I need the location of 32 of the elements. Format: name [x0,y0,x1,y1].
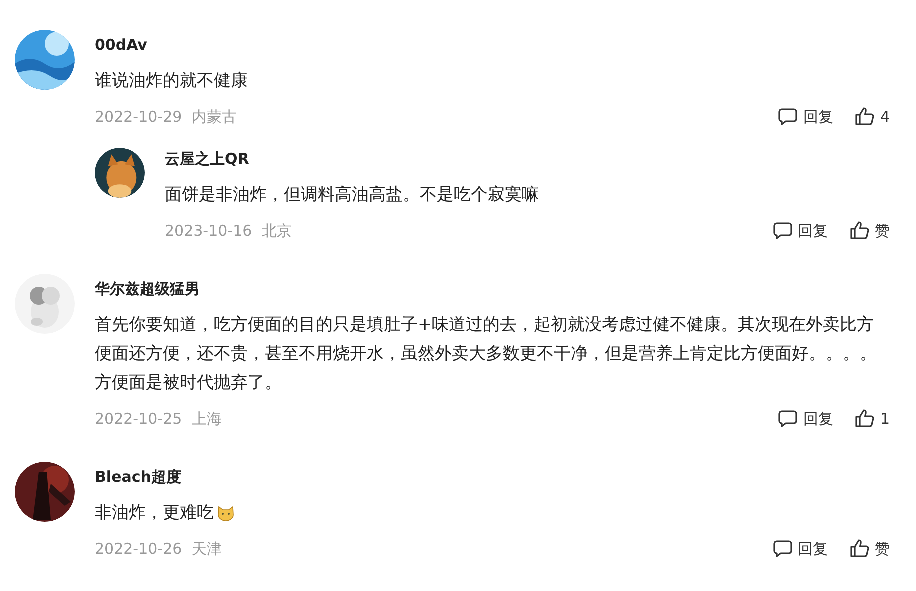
comment-text: 非油炸，更难吃 [95,502,214,524]
comment-date: 2022-10-26 [95,538,182,560]
thumbs-up-icon [855,409,876,428]
comment-location: 上海 [192,408,222,430]
comment-date: 2022-10-29 [95,106,182,128]
like-button[interactable]: 1 [855,408,890,430]
thumbs-up-icon [855,107,876,126]
thumbs-up-icon [850,221,870,240]
comment-icon [773,222,793,240]
thumbs-up-icon [850,539,870,558]
user-name[interactable]: 华尔兹超级猛男 [95,278,200,300]
comment-date: 2023-10-16 [165,220,252,242]
like-button[interactable]: 赞 [850,220,890,242]
comment-text: 首先你要知道，吃方便面的目的只是填肚子+味道过的去，起初就没考虑过健不健康。其次现在外卖比方便面还方便，还不贵，甚至不用烧开水，虽然外卖大多数更不干净，但是营养上肯定比方便面好。。。。方便面是被时代抛弃了。 [95,314,878,394]
comment-location: 天津 [192,538,222,560]
user-name[interactable]: Bleach超度 [95,466,182,488]
comment-date: 2022-10-25 [95,408,182,430]
comment-text: 谁说油炸的就不健康 [95,70,248,92]
reply-button[interactable]: 回复 [773,220,828,242]
user-name[interactable]: 云屋之上QR [165,148,250,170]
comment-location: 北京 [262,220,292,242]
like-button[interactable]: 赞 [850,538,890,560]
reply-button[interactable]: 回复 [778,408,834,430]
user-name[interactable]: 00dAv [95,34,148,56]
comment-icon [778,410,798,428]
comment-icon [773,540,793,558]
like-button[interactable]: 4 [855,106,890,128]
reply-button[interactable]: 回复 [773,538,828,560]
comment-icon [778,108,798,126]
comment-text: 面饼是非油炸，但调料高油高盐。不是吃个寂寞嘛 [165,184,539,206]
comment-location: 内蒙古 [192,106,238,128]
reply-button[interactable]: 回复 [778,106,834,128]
